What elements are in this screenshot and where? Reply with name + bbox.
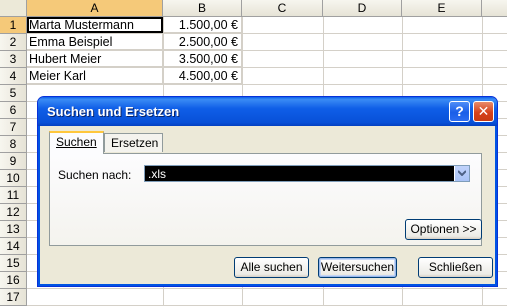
- tab-suchen[interactable]: Suchen: [49, 131, 104, 154]
- column-header-next[interactable]: [482, 0, 507, 17]
- grid-cell[interactable]: [402, 289, 483, 306]
- tab-ersetzen-label: Ersetzen: [111, 136, 159, 150]
- row-header-15[interactable]: 15: [0, 255, 27, 272]
- grid-cell[interactable]: [242, 17, 324, 34]
- grid-cell[interactable]: [323, 289, 403, 306]
- help-icon[interactable]: ?: [449, 101, 470, 122]
- cell-a1[interactable]: Marta Mustermann: [27, 17, 163, 33]
- grid-cell[interactable]: [402, 68, 483, 85]
- grid-cell[interactable]: [323, 34, 403, 51]
- grid-cell[interactable]: [482, 289, 507, 306]
- grid-cell[interactable]: [402, 34, 483, 51]
- search-input[interactable]: .xls: [148, 167, 166, 181]
- grid-cell[interactable]: [402, 51, 483, 68]
- row-header-16[interactable]: 16: [0, 272, 27, 289]
- grid-cell[interactable]: [323, 51, 403, 68]
- row-header-2[interactable]: 2: [0, 34, 27, 51]
- row-header-3[interactable]: 3: [0, 51, 27, 68]
- tab-ersetzen[interactable]: Ersetzen: [104, 133, 163, 152]
- cell-a3[interactable]: Hubert Meier: [27, 51, 163, 67]
- column-header-c[interactable]: C: [242, 0, 323, 17]
- grid-cell[interactable]: [27, 289, 164, 306]
- options-button[interactable]: Optionen >>: [405, 219, 482, 240]
- row-header-6[interactable]: 6: [0, 102, 27, 119]
- grid-cell[interactable]: [482, 34, 507, 51]
- tab-panel-suchen: Suchen nach: .xls Optionen >>: [49, 153, 482, 246]
- select-all-corner[interactable]: [0, 0, 27, 17]
- row-header-10[interactable]: 10: [0, 170, 27, 187]
- column-header-a[interactable]: A: [27, 0, 163, 17]
- column-header-b[interactable]: B: [163, 0, 242, 17]
- cell-b3[interactable]: 3.500,00 €: [163, 51, 242, 67]
- cell-a2[interactable]: Emma Beispiel: [27, 34, 163, 50]
- search-combobox[interactable]: .xls: [144, 165, 470, 182]
- find-all-button[interactable]: Alle suchen: [234, 257, 309, 278]
- grid-cell[interactable]: [482, 68, 507, 85]
- grid-cell[interactable]: [242, 68, 324, 85]
- grid-cell[interactable]: [482, 51, 507, 68]
- dialog-title: Suchen und Ersetzen: [47, 104, 180, 119]
- search-label: Suchen nach:: [58, 168, 132, 182]
- row-header-4[interactable]: 4: [0, 68, 27, 85]
- dialog-body: Suchen Ersetzen Suchen nach: .xls Option…: [41, 126, 494, 284]
- grid-cell[interactable]: [242, 51, 324, 68]
- row-header-7[interactable]: 7: [0, 119, 27, 136]
- cell-b2[interactable]: 2.500,00 €: [163, 34, 242, 50]
- grid-cell[interactable]: [323, 17, 403, 34]
- close-icon[interactable]: ✕: [473, 101, 494, 122]
- row-header-11[interactable]: 11: [0, 187, 27, 204]
- grid-cell[interactable]: [323, 68, 403, 85]
- row-header-5[interactable]: 5: [0, 85, 27, 102]
- grid-cell[interactable]: [482, 17, 507, 34]
- row-header-8[interactable]: 8: [0, 136, 27, 153]
- find-replace-dialog: Suchen und Ersetzen ? ✕ Suchen Ersetzen …: [37, 96, 498, 287]
- grid-cell[interactable]: [402, 17, 483, 34]
- row-header-13[interactable]: 13: [0, 221, 27, 238]
- column-header-e[interactable]: E: [402, 0, 482, 17]
- row-header-14[interactable]: 14: [0, 238, 27, 255]
- tab-suchen-label: Suchen: [56, 135, 97, 149]
- column-header-d[interactable]: D: [323, 0, 402, 17]
- cell-b4[interactable]: 4.500,00 €: [163, 68, 242, 84]
- row-header-17[interactable]: 17: [0, 289, 27, 306]
- grid-cell[interactable]: [242, 34, 324, 51]
- chevron-down-icon[interactable]: [454, 166, 469, 181]
- row-header-1[interactable]: 1: [0, 17, 27, 34]
- cell-b1[interactable]: 1.500,00 €: [163, 17, 242, 33]
- close-button[interactable]: Schließen: [418, 257, 493, 278]
- row-header-12[interactable]: 12: [0, 204, 27, 221]
- grid-cell[interactable]: [163, 289, 243, 306]
- find-next-button[interactable]: Weitersuchen: [318, 257, 397, 278]
- row-header-9[interactable]: 9: [0, 153, 27, 170]
- cell-a4[interactable]: Meier Karl: [27, 68, 163, 84]
- dialog-title-bar[interactable]: Suchen und Ersetzen ? ✕: [38, 97, 497, 126]
- grid-cell[interactable]: [242, 289, 324, 306]
